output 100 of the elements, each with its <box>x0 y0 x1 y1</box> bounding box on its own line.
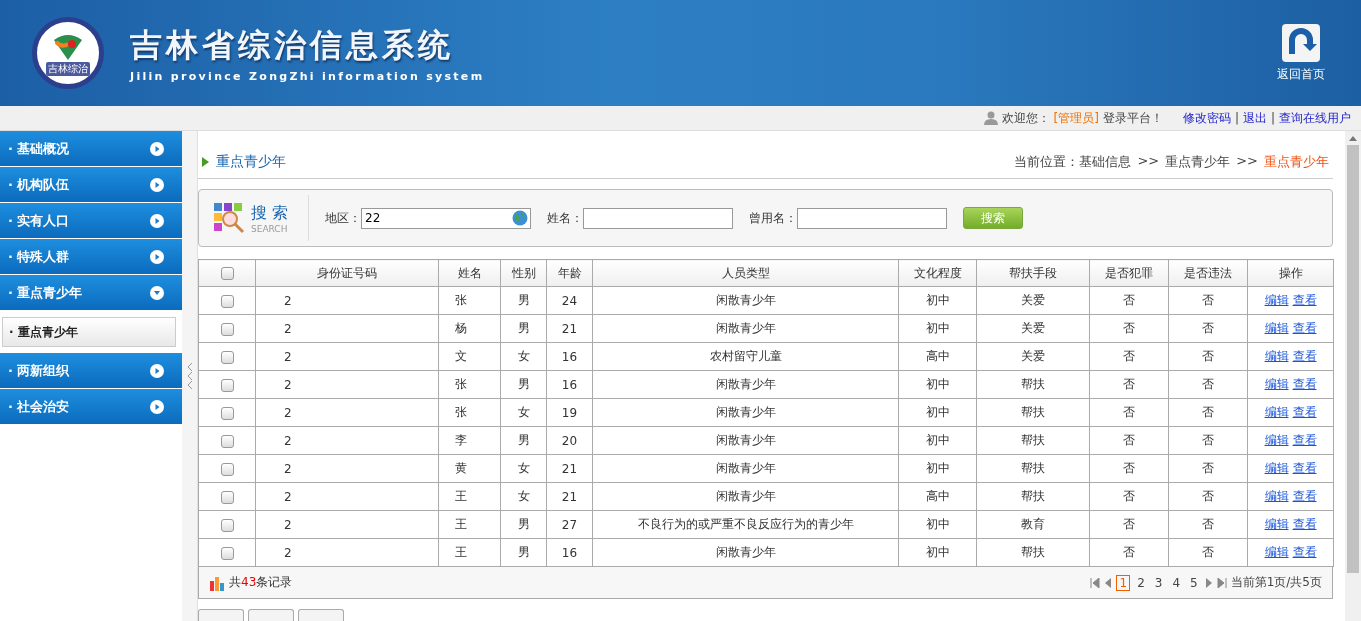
table-cell: 教育 <box>1021 517 1045 531</box>
caret-down-icon <box>150 285 164 300</box>
input-field[interactable] <box>797 207 947 229</box>
system-title: 吉林省综治信息系统 <box>130 24 455 66</box>
play-icon <box>150 363 164 378</box>
table-cell: 初中 <box>925 461 950 475</box>
home-button[interactable]: 返回首页 <box>1271 22 1331 84</box>
table-cell: 否 <box>1123 545 1135 559</box>
breadcrumb-item: 当前位置：基础信息 <box>1014 152 1132 171</box>
header-link[interactable]: 退出 <box>1242 109 1267 127</box>
action-link[interactable]: 编辑 <box>1264 405 1289 419</box>
play-icon <box>150 177 164 192</box>
sidebar-label: · 特殊人群 <box>8 247 70 266</box>
checkbox[interactable] <box>220 322 234 336</box>
checkbox[interactable] <box>220 294 234 308</box>
checkbox[interactable] <box>220 462 234 476</box>
checkbox[interactable] <box>220 546 234 560</box>
table-cell: 21 <box>561 489 578 504</box>
sidebar-item[interactable]: · 特殊人群 <box>0 239 182 275</box>
action-link[interactable]: 编辑 <box>1264 433 1289 447</box>
table-cell: 20 <box>561 433 578 448</box>
scrollbar[interactable] <box>1345 131 1361 621</box>
sidebar-item[interactable]: · 实有人口 <box>0 203 182 239</box>
page-number[interactable]: 2 <box>1134 574 1148 591</box>
table-cell: 2 <box>284 489 292 504</box>
checkbox[interactable] <box>220 434 234 448</box>
breadcrumb-item: 重点青少年 <box>1165 152 1231 171</box>
tab-button[interactable] <box>248 609 294 621</box>
table-cell: 闲散青少年 <box>715 461 776 475</box>
checkbox[interactable] <box>220 267 234 280</box>
header-link[interactable]: 修改密码 <box>1182 109 1231 127</box>
sidebar-item[interactable]: · 重点青少年 <box>0 275 182 311</box>
table-cell: 女 <box>517 461 530 475</box>
table-cell: 初中 <box>925 377 950 391</box>
action-link[interactable]: 编辑 <box>1264 517 1289 531</box>
sidebar-item[interactable]: · 社会治安 <box>0 389 182 425</box>
checkbox[interactable] <box>220 378 234 392</box>
input-field[interactable] <box>583 207 733 229</box>
previous-page-icon[interactable] <box>1104 577 1113 588</box>
table-cell: 否 <box>1123 461 1135 475</box>
action-link[interactable]: 查看 <box>1292 433 1317 447</box>
action-link[interactable]: 查看 <box>1292 489 1317 503</box>
table-cell: 2 <box>284 321 292 336</box>
table-cell: 男 <box>517 433 530 447</box>
action-link[interactable]: 查看 <box>1292 321 1317 335</box>
table-cell: 高中 <box>925 489 950 503</box>
last-page-icon[interactable] <box>1216 577 1227 588</box>
page-number[interactable]: 5 <box>1187 574 1201 591</box>
scroll-up-icon[interactable] <box>1349 135 1357 141</box>
input-field[interactable]: 22 <box>361 207 531 229</box>
action-link[interactable]: 查看 <box>1292 545 1317 559</box>
action-link[interactable]: 查看 <box>1292 349 1317 363</box>
globe-icon[interactable] <box>512 209 528 226</box>
sidebar-item[interactable]: · 机构队伍 <box>0 167 182 203</box>
page-number[interactable]: 4 <box>1169 574 1184 591</box>
checkbox[interactable] <box>220 350 234 364</box>
tab-button[interactable] <box>198 609 244 621</box>
action-link[interactable]: 编辑 <box>1264 377 1289 391</box>
tab-button[interactable] <box>298 609 344 621</box>
breadcrumb-item: >> <box>1137 152 1160 170</box>
action-link[interactable]: 查看 <box>1292 517 1317 531</box>
sidebar-item[interactable]: · 基础概况 <box>0 131 182 167</box>
table-cell: 否 <box>1202 489 1214 503</box>
table-cell: 否 <box>1202 349 1214 363</box>
checkbox[interactable] <box>220 518 234 532</box>
action-link[interactable]: 查看 <box>1292 405 1317 419</box>
action-link[interactable]: 查看 <box>1292 293 1317 307</box>
column-header: 人员类型 <box>592 259 899 287</box>
table-cell: 16 <box>561 377 578 392</box>
table-cell: 否 <box>1202 293 1214 307</box>
table-cell: 2 <box>284 349 292 364</box>
action-link[interactable]: 编辑 <box>1264 545 1289 559</box>
table-cell: 帮扶 <box>1021 405 1045 419</box>
action-link[interactable]: 编辑 <box>1264 489 1289 503</box>
search-icon <box>213 202 245 234</box>
table-cell: 2 <box>284 545 292 560</box>
table-cell: 张 <box>455 405 467 419</box>
action-link[interactable]: 编辑 <box>1264 461 1289 475</box>
first-page-icon[interactable] <box>1090 577 1101 588</box>
action-link[interactable]: 查看 <box>1292 377 1317 391</box>
action-link[interactable]: 编辑 <box>1264 293 1289 307</box>
action-link[interactable]: 查看 <box>1292 461 1317 475</box>
user-role: [管理员] <box>1053 109 1099 127</box>
table-cell: 关爱 <box>1021 349 1045 363</box>
header-link[interactable]: 查询在线用户 <box>1279 109 1351 127</box>
checkbox[interactable] <box>220 490 234 504</box>
page-number[interactable]: 3 <box>1151 574 1166 591</box>
sidebar-label: · 两新组织 <box>8 361 70 380</box>
breadcrumb-item: >> <box>1236 152 1258 170</box>
table-cell: 帮扶 <box>1021 461 1045 475</box>
table-cell: 16 <box>561 545 578 560</box>
action-link[interactable]: 编辑 <box>1264 349 1289 363</box>
collapse-handle-icon[interactable] <box>186 361 193 391</box>
table-cell: 2 <box>284 461 292 476</box>
sidebar-subitem[interactable]: · 重点青少年 <box>2 317 176 347</box>
next-page-icon[interactable] <box>1204 577 1213 588</box>
checkbox[interactable] <box>220 406 234 420</box>
table-cell: 王 <box>455 517 467 531</box>
action-link[interactable]: 编辑 <box>1264 321 1289 335</box>
sidebar-item[interactable]: · 两新组织 <box>0 353 182 389</box>
